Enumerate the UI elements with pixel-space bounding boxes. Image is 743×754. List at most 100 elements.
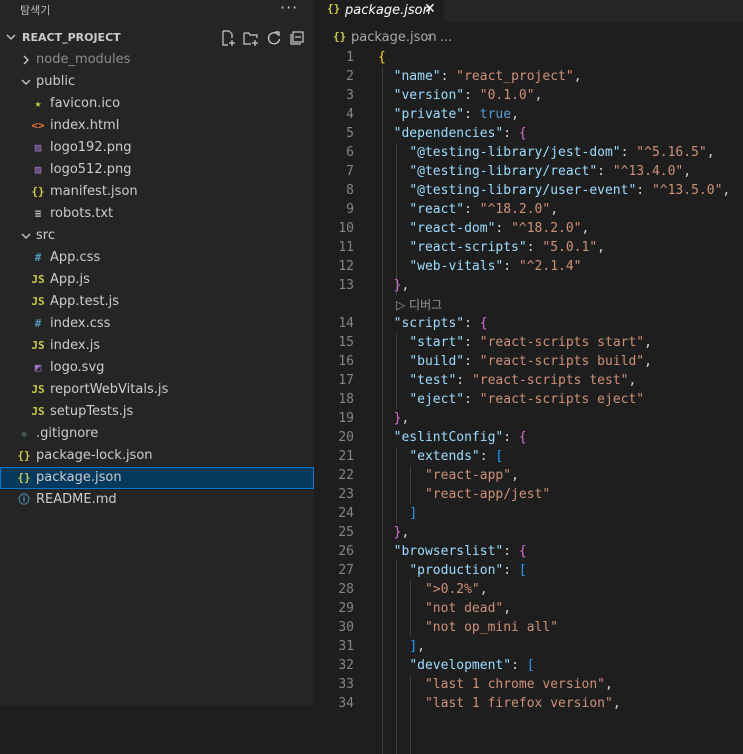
tree-file[interactable]: JS setupTests.js [0,401,314,423]
breadcrumb-ellipsis[interactable]: ... [440,30,452,45]
code-token: , [683,164,692,179]
tab-package-json[interactable]: {} package.json ✕ [314,0,444,22]
code-text: "not op_mini all" [378,618,558,637]
code-token: "name" [393,69,441,84]
line-number: 31 [338,639,354,654]
code-line: 9 "react": "^18.2.0", [314,200,743,219]
debug-codelens[interactable]: ▷ 디버그 [314,295,743,314]
code-token: : [597,164,613,179]
line-number: 21 [338,449,354,464]
tree-file[interactable]: # index.css [0,313,314,335]
code-text: "version": "0.1.0", [378,86,543,105]
code-text: "last 1 chrome version", [378,675,613,694]
code-token: "development" [409,658,512,673]
chevron-down-icon [6,34,16,40]
tree-file[interactable]: ▨ logo192.png [0,137,314,159]
tree-folder[interactable]: node_modules [0,49,314,71]
tree-file[interactable]: ▨ logo512.png [0,159,314,181]
breadcrumb-file[interactable]: package.json [351,30,437,45]
file-type-icon: # [34,317,42,330]
line-number: 6 [346,145,354,160]
line-number: 4 [346,107,354,122]
tree-item-label: manifest.json [50,184,138,199]
code-line: 2 "name": "react_project", [314,67,743,86]
code-token: "not dead" [424,601,504,616]
tree-file[interactable]: ◆ .gitignore [0,423,314,445]
code-text: "name": "react_project", [378,67,582,86]
tree-file[interactable]: JS App.test.js [0,291,314,313]
code-text: "production": [ [378,561,526,580]
code-line: 14 "scripts": { [314,314,743,333]
code-token: "test" [409,373,457,388]
tree-folder[interactable]: public [0,71,314,93]
code-text: "not dead", [378,599,511,618]
file-type-icon: JS [31,339,45,352]
line-number: 24 [338,506,354,521]
tree-file[interactable]: ★ favicon.ico [0,93,314,115]
tree-file[interactable]: ◩ logo.svg [0,357,314,379]
tree-file[interactable]: JS index.js [0,335,314,357]
file-type-icon: ◩ [34,361,42,374]
line-number: 32 [338,658,354,673]
tree-file[interactable]: ≡ robots.txt [0,203,314,225]
tree-folder[interactable]: src [0,225,314,247]
more-actions-icon[interactable]: ··· [280,0,298,17]
code-token: "web-vitals" [409,259,504,274]
code-token: , [417,639,425,654]
file-type-icon: {} [17,471,31,484]
code-line: 16 "build": "react-scripts build", [314,352,743,371]
tree-file[interactable]: ⓘ README.md [0,489,314,511]
code-token: { [518,430,527,445]
code-text: "react-app", [378,466,519,485]
line-number: 1 [346,50,354,65]
code-token: : [464,392,480,407]
code-line: 18 "eject": "react-scripts eject" [314,390,743,409]
code-token: "dependencies" [393,126,504,141]
code-token: "last 1 firefox version" [424,696,613,711]
code-line: 11 "react-scripts": "5.0.1", [314,238,743,257]
code-token: : [456,373,472,388]
code-token: "private" [393,107,465,122]
code-token: , [612,696,621,711]
new-file-icon[interactable] [219,29,237,47]
code-token: : [464,354,480,369]
tree-file[interactable]: {} manifest.json [0,181,314,203]
code-editor[interactable]: 1{2 "name": "react_project", 3 "version":… [314,48,743,754]
new-folder-icon[interactable] [242,29,260,47]
project-section-header[interactable]: REACT_PROJECT [0,27,314,49]
code-token: "extends" [409,449,480,464]
code-line: 22 "react-app", [314,466,743,485]
close-icon[interactable]: ✕ [424,1,436,17]
tree-file[interactable]: {} package-lock.json [0,445,314,467]
file-type-icon: {} [31,185,45,198]
tree-file[interactable]: {} package.json [0,467,314,489]
code-token: , [401,411,410,426]
file-type-icon: ≡ [34,207,42,220]
code-token: : [503,259,519,274]
code-token: , [604,677,613,692]
line-number: 9 [346,202,354,217]
explorer-title: 탐색기 [20,4,51,17]
line-number: 27 [338,563,354,578]
code-line: 24 ] [314,504,743,523]
tree-file[interactable]: <> index.html [0,115,314,137]
code-text: }, [378,409,410,428]
code-token: "^13.5.0" [651,183,723,198]
tree-file[interactable]: JS App.js [0,269,314,291]
refresh-icon[interactable] [265,29,283,47]
code-token: "react-scripts build" [479,354,645,369]
collapse-all-icon[interactable] [288,29,306,47]
tree-file[interactable]: # App.css [0,247,314,269]
tree-item-label: index.css [50,316,111,331]
code-token: : [440,69,457,84]
tree-file[interactable]: JS reportWebVitals.js [0,379,314,401]
